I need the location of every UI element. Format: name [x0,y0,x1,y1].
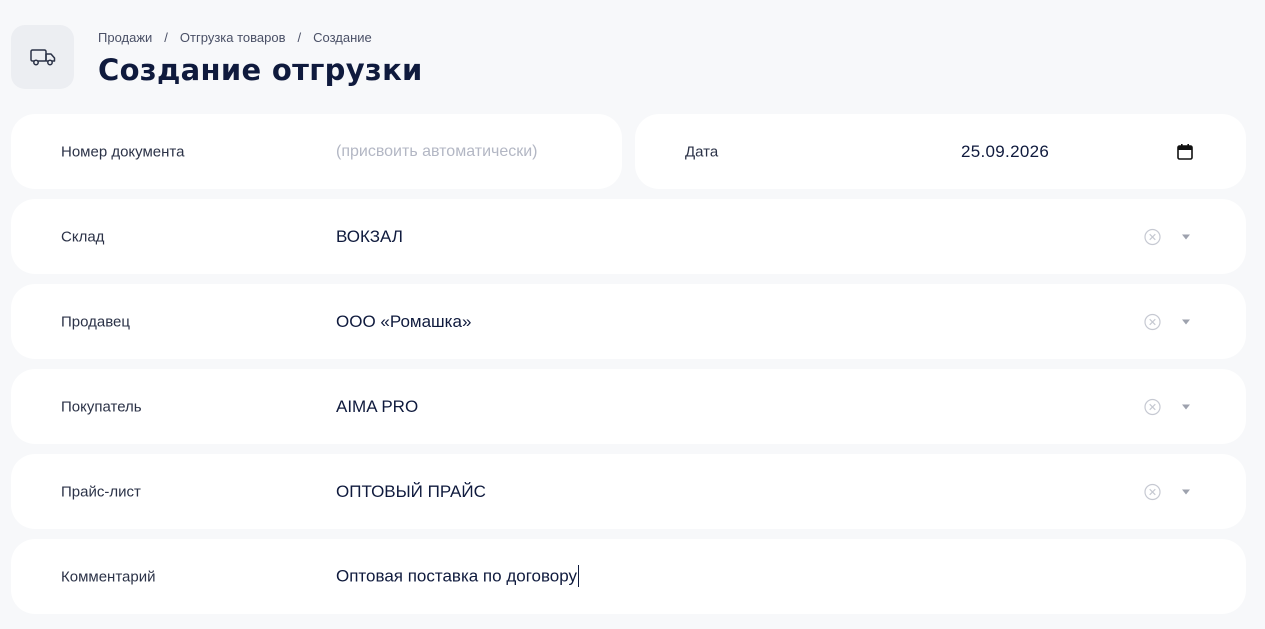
seller-select[interactable]: ООО «Ромашка» [336,312,471,332]
clear-icon[interactable] [1144,313,1161,330]
date-input[interactable]: 25.09.2026 [961,142,1049,162]
breadcrumb: Продажи / Отгрузка товаров / Создание [98,30,372,45]
breadcrumb-separator: / [297,30,302,45]
calendar-icon[interactable] [1177,143,1193,160]
document-number-input[interactable]: (присвоить автоматически) [336,143,538,161]
price-list-select[interactable]: ОПТОВЫЙ ПРАЙС [336,482,486,502]
comment-label: Комментарий [61,568,156,585]
comment-input[interactable]: Оптовая поставка по договору [336,564,580,588]
chevron-down-icon[interactable] [1182,234,1190,239]
warehouse-select[interactable]: ВОКЗАЛ [336,227,403,247]
chevron-down-icon[interactable] [1182,489,1190,494]
chevron-down-icon[interactable] [1182,404,1190,409]
document-number-label: Номер документа [61,143,185,160]
buyer-field[interactable]: Покупатель AIMA PRO [11,369,1246,444]
clear-icon[interactable] [1144,398,1161,415]
clear-icon[interactable] [1144,483,1161,500]
clear-icon[interactable] [1144,228,1161,245]
breadcrumb-item-shipments[interactable]: Отгрузка товаров [180,30,286,45]
comment-text: Оптовая поставка по договору [336,565,578,585]
truck-icon [29,49,55,66]
buyer-select[interactable]: AIMA PRO [336,397,418,417]
seller-label: Продавец [61,313,130,330]
comment-field[interactable]: Комментарий Оптовая поставка по договору [11,539,1246,614]
page-title: Создание отгрузки [98,53,423,87]
text-caret [578,564,580,587]
create-shipment-page: Продажи / Отгрузка товаров / Создание Со… [0,0,1265,629]
breadcrumb-item-sales[interactable]: Продажи [98,30,152,45]
seller-field[interactable]: Продавец ООО «Ромашка» [11,284,1246,359]
breadcrumb-separator: / [164,30,168,45]
date-field[interactable]: Дата 25.09.2026 [635,114,1246,189]
buyer-label: Покупатель [61,398,142,415]
date-label: Дата [685,143,719,160]
price-list-label: Прайс-лист [61,483,141,500]
chevron-down-icon[interactable] [1182,319,1190,324]
document-number-field[interactable]: Номер документа (присвоить автоматически… [11,114,622,189]
breadcrumb-item-create: Создание [313,30,372,45]
warehouse-field[interactable]: Склад ВОКЗАЛ [11,199,1246,274]
section-icon-box [11,25,74,89]
warehouse-label: Склад [61,228,105,245]
price-list-field[interactable]: Прайс-лист ОПТОВЫЙ ПРАЙС [11,454,1246,529]
